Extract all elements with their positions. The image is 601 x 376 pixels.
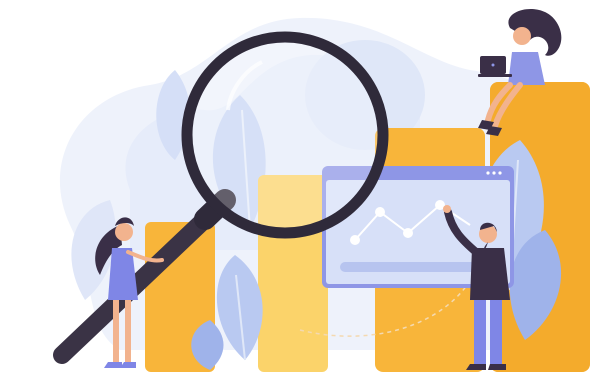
analytics-illustration: [53, 8, 590, 372]
